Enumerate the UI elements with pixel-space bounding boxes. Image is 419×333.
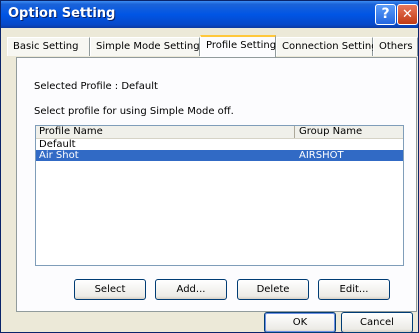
ok-button[interactable]: OK — [264, 312, 336, 333]
window-title: Option Setting — [8, 6, 116, 21]
select-button[interactable]: Select — [74, 279, 146, 300]
group-name-cell: AIRSHOT — [299, 150, 344, 161]
selected-profile-label: Selected Profile : Default — [34, 81, 158, 92]
close-icon[interactable]: ✕ — [397, 4, 418, 25]
instruction-label: Select profile for using Simple Mode off… — [34, 106, 234, 117]
column-header-group-name[interactable]: Group Name — [299, 126, 362, 138]
list-item[interactable]: Default — [36, 139, 403, 150]
add-button[interactable]: Add... — [155, 279, 227, 300]
title-bar[interactable]: Option Setting ? ✕ — [1, 1, 418, 28]
help-icon[interactable]: ? — [375, 4, 396, 25]
cancel-button[interactable]: Cancel — [341, 312, 413, 333]
column-header-profile-name[interactable]: Profile Name — [39, 126, 103, 138]
tab-basic-setting[interactable]: Basic Setting — [7, 37, 90, 56]
tab-simple-mode-setting[interactable]: Simple Mode Setting — [90, 37, 200, 56]
profile-name-cell: Air Shot — [39, 150, 79, 161]
tab-profile-setting[interactable]: Profile Setting — [200, 35, 276, 57]
edit-button[interactable]: Edit... — [318, 279, 390, 300]
tab-others[interactable]: Others — [373, 37, 418, 56]
delete-button[interactable]: Delete — [237, 279, 309, 300]
option-setting-window: Option Setting ? ✕ Basic Setting Simple … — [0, 0, 419, 333]
column-divider[interactable] — [294, 126, 295, 138]
profile-list[interactable]: Profile Name Group Name Default Air Shot… — [35, 125, 404, 266]
list-item-selected[interactable]: Air Shot AIRSHOT — [36, 150, 403, 161]
tab-connection-setting[interactable]: Connection Setting — [276, 37, 378, 56]
profile-name-cell: Default — [39, 139, 76, 150]
list-header: Profile Name Group Name — [36, 126, 403, 139]
